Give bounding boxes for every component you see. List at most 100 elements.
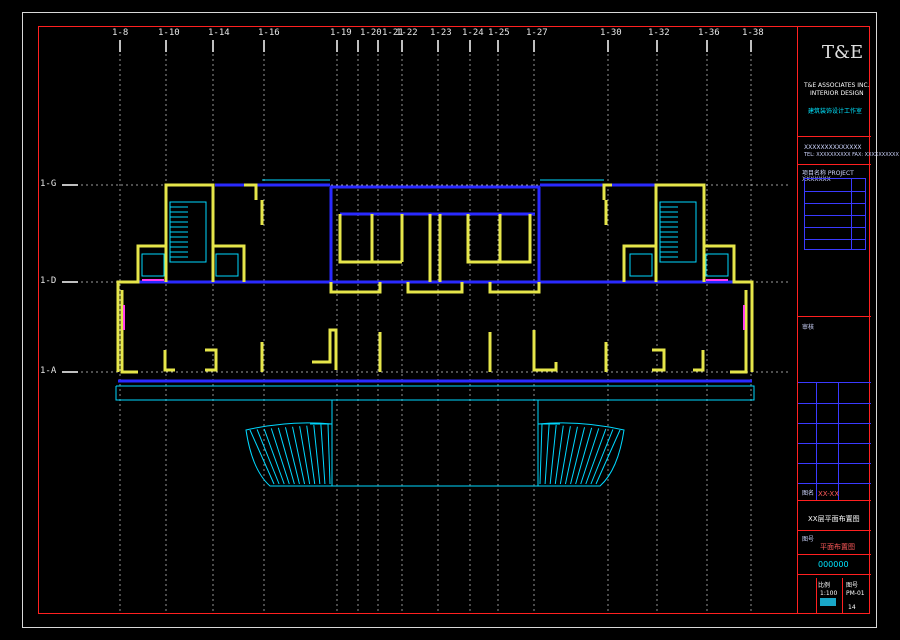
sig-row-1 <box>798 403 871 404</box>
curved-stair-tread <box>539 423 543 485</box>
elevator-1 <box>141 253 165 277</box>
curved-stair-tread <box>544 424 550 485</box>
axis-label-1-36: 1-36 <box>698 28 720 38</box>
scale-swatch <box>820 598 836 606</box>
partition-7 <box>532 330 558 372</box>
canopy-right <box>537 399 754 425</box>
curved-stair-tread <box>320 424 326 485</box>
wall-core-b <box>370 214 402 264</box>
tb-divider-3 <box>798 316 871 317</box>
curved-stair-tread <box>256 429 280 485</box>
axis-label-1-A: 1-A <box>40 366 57 376</box>
address-line1: XXXXXXXXXXXXXX <box>804 144 862 151</box>
wall-left-corner <box>244 183 258 200</box>
axis-label-1-8: 1-8 <box>112 28 129 38</box>
rev-value: 14 <box>848 604 856 611</box>
wall-core-a <box>338 214 374 264</box>
sheet-value: PM-01 <box>846 590 865 597</box>
stair-left-treads <box>170 206 188 258</box>
rev-row-2 <box>805 203 865 204</box>
tb-divider-2 <box>798 164 871 165</box>
axis-label-1-38: 1-38 <box>742 28 764 38</box>
axis-label-1-25: 1-25 <box>488 28 510 38</box>
curved-stair-tread <box>313 425 321 485</box>
rev-col <box>851 179 852 249</box>
axis-label-1-G: 1-G <box>40 179 57 189</box>
wall-left-front <box>120 290 138 374</box>
partition-1 <box>163 350 175 372</box>
axis-label-1-30: 1-30 <box>600 28 622 38</box>
wall-right-outer <box>622 183 754 372</box>
tb-divider-6 <box>798 554 871 555</box>
drawing-sub-label: 图号 <box>802 536 815 543</box>
drawing-name: XX-XX <box>818 490 840 498</box>
partition-4 <box>312 328 338 370</box>
axis-label-1-32: 1-32 <box>648 28 670 38</box>
curved-stair-tread <box>327 423 331 485</box>
tb-divider-7 <box>798 574 871 575</box>
rev-row-5 <box>805 239 865 240</box>
axis-label-1-19: 1-19 <box>330 28 352 38</box>
company-cn: 建筑装饰设计工作室 <box>808 108 863 115</box>
title-block: T&E T&E ASSOCIATES INC. INTERIOR DESIGN … <box>797 26 899 614</box>
rev-row-1 <box>805 191 865 192</box>
wall-core-f <box>466 214 500 264</box>
curved-stair-tread <box>564 426 578 485</box>
axis-label-1-22: 1-22 <box>396 28 418 38</box>
partition-9 <box>652 348 666 372</box>
number-value: 000000 <box>818 560 849 569</box>
axis-label-1-27: 1-27 <box>526 28 548 38</box>
axis-label-1-24: 1-24 <box>462 28 484 38</box>
partition-2 <box>205 348 218 372</box>
canopy-line <box>115 385 755 401</box>
elevator-4 <box>705 253 729 277</box>
scale-value: 1:100 <box>820 590 838 597</box>
scale-label: 比例 <box>818 582 831 589</box>
bottom-cells: 比例 图号 1:100 PM-01 14 <box>798 578 871 614</box>
axis-label-1-14: 1-14 <box>208 28 230 38</box>
sheet-label: 图号 <box>846 582 859 589</box>
wall-core-g <box>498 214 532 264</box>
logo: T&E <box>822 42 864 63</box>
wall-right-front <box>730 290 748 374</box>
wall-right-corner <box>602 183 612 200</box>
rev-row-3 <box>805 215 865 216</box>
sig-row-5 <box>798 483 871 484</box>
company-line2: INTERIOR DESIGN <box>810 90 864 97</box>
tb-divider-4 <box>798 500 871 501</box>
elevator-3 <box>629 253 653 277</box>
address-line2: TEL: XXXXXXXXXX FAX: XXXXXXXXXX <box>804 152 899 158</box>
curved-stair-tread <box>292 426 306 485</box>
canopy-left <box>116 399 333 425</box>
axis-label-1-20: 1-20 <box>360 28 382 38</box>
stair-right-treads <box>660 206 678 258</box>
curved-stair-tread <box>590 429 614 485</box>
bc-col-1 <box>816 578 817 614</box>
company-line1: T&E ASSOCIATES INC. <box>804 82 870 89</box>
floor-plan-canvas[interactable] <box>0 0 900 640</box>
drawing-title: XX层平面布置图 <box>808 515 860 523</box>
wall-left-outer <box>116 183 246 372</box>
sig-row-2 <box>798 423 871 424</box>
partition-10 <box>693 350 705 372</box>
axis-label-1-16: 1-16 <box>258 28 280 38</box>
drawing-label: 图名 <box>802 490 815 497</box>
axis-label-1-23: 1-23 <box>430 28 452 38</box>
review-label: 审核 <box>802 324 815 331</box>
curved-stair-tread <box>549 425 557 485</box>
sig-row-3 <box>798 443 871 444</box>
grid-axes <box>62 40 790 612</box>
drawing-sub: 平面布置图 <box>820 543 855 551</box>
sig-row-4 <box>798 463 871 464</box>
axis-label-1-10: 1-10 <box>158 28 180 38</box>
tb-divider-1 <box>798 136 871 137</box>
rev-row-4 <box>805 227 865 228</box>
accent-marks <box>123 279 745 330</box>
revision-table <box>804 178 866 250</box>
elevator-2 <box>215 253 239 277</box>
tb-divider-5 <box>798 530 871 531</box>
bc-col-2 <box>842 578 843 614</box>
curved-stair-tread <box>249 429 275 485</box>
signature-table <box>798 382 871 500</box>
axis-label-1-D: 1-D <box>40 276 57 286</box>
